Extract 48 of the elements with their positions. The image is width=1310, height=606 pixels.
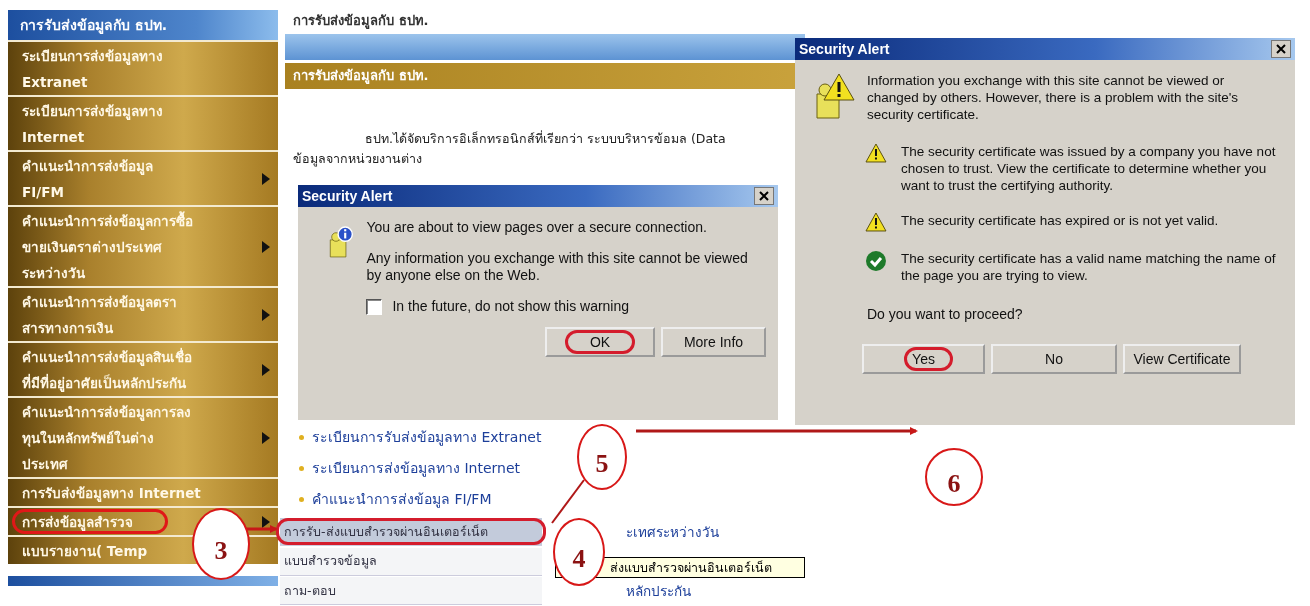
leader-line <box>551 479 585 524</box>
warning-icon <box>865 212 887 232</box>
sidebar-item[interactable]: ระเบียนการส่งข้อมูลทาง Internet <box>8 95 278 150</box>
dialog-text: Information you exchange with this site cannot be viewed or changed by others. However, there is a problem with the site's security certificate. <box>867 72 1240 123</box>
dialog-button[interactable]: OK <box>545 327 655 357</box>
sidebar-item[interactable]: คำแนะนำการส่งข้อมูลการซื้อ ขายเงินตราต่างประเทศ ระหว่างวัน <box>8 205 278 286</box>
submenu-item[interactable]: แบบสำรวจข้อมูล <box>280 547 542 576</box>
close-button[interactable] <box>1271 40 1291 58</box>
dialog-button[interactable]: Yes <box>862 344 985 374</box>
warning-icon <box>813 72 855 120</box>
dialog-button[interactable]: More Info <box>661 327 766 357</box>
submenu-item[interactable]: ถาม-ตอบ <box>280 577 542 606</box>
page-title: การรับส่งข้อมูลกับ ธปท. <box>292 12 430 31</box>
bullet-icon <box>299 434 304 440</box>
link[interactable]: ระเบียนการส่งข้อมูลทาง Internet <box>312 457 521 480</box>
bullet-icon <box>299 465 304 471</box>
step-callout-tooltip: 5 <box>577 424 627 490</box>
sidebar-item[interactable]: คำแนะนำการส่งข้อมูล FI/FM <box>8 150 278 205</box>
link[interactable]: คำแนะนำการส่งข้อมูล FI/FM <box>312 488 492 511</box>
link[interactable]: ระเบียนการรับส่งข้อมูลทาง Extranet <box>312 426 542 449</box>
dialog-title: Security Alert <box>799 41 890 57</box>
sidebar-item[interactable]: การรับส่งข้อมูลทาง Internet <box>8 477 278 506</box>
status-text: The security certificate has a valid name matching the name of the page you are trying to view. <box>900 250 1277 284</box>
checkbox[interactable]: In the future, do not show this warning <box>366 298 764 315</box>
dialog-button[interactable]: View Certificate <box>1123 344 1241 374</box>
sidebar-item[interactable]: คำแนะนำการส่งข้อมูลการลง ทุนในหลักทรัพย์ในต่าง ประเทศ <box>8 396 278 477</box>
question-text: Do you want to proceed? <box>866 305 1024 322</box>
dialog-button[interactable]: No <box>991 344 1117 374</box>
menu-text: หลักประกัน <box>626 582 691 602</box>
paragraph-line: ธปท.ได้จัดบริการอิเล็กทรอนิกส์ที่เรียกว่า ระบบบริหารข้อมล (Data <box>364 129 727 149</box>
sidebar-item[interactable]: คำแนะนำการส่งข้อมูลตรา สารทางการเงิน <box>8 286 278 341</box>
step-callout-tooltip: 4 <box>553 518 605 586</box>
warning-icon <box>865 143 887 163</box>
bullet-icon <box>299 496 304 502</box>
dialog-text: You are about to view pages over a secure connection. <box>366 219 708 236</box>
menu-text: ะเทศระหว่างวัน <box>626 523 719 543</box>
status-text: The security certificate was issued by a company you have not chosen to trust. View the certificate to determine whether you want to trust the certifying authority. <box>900 143 1277 194</box>
paragraph-line: ข้อมูลจากหน่วยงานต่าง <box>292 150 423 169</box>
dialog-title: Security Alert <box>302 188 393 204</box>
close-button[interactable] <box>754 187 774 205</box>
close-icon <box>759 191 769 201</box>
sidebar-item[interactable]: ระเบียนการส่งข้อมูลทาง Extranet <box>8 40 278 95</box>
check-icon <box>865 250 887 272</box>
step-callout-tooltip: 6 <box>925 448 983 506</box>
close-icon <box>1276 44 1286 54</box>
menu-header: การรับส่งข้อมูลกับ ธปท. <box>8 10 278 40</box>
status-text: The security certificate has expired or is not yet valid. <box>900 212 1220 229</box>
dialog-text: Any information you exchange with this site cannot be viewed by anyone else on the Web. <box>366 250 749 284</box>
